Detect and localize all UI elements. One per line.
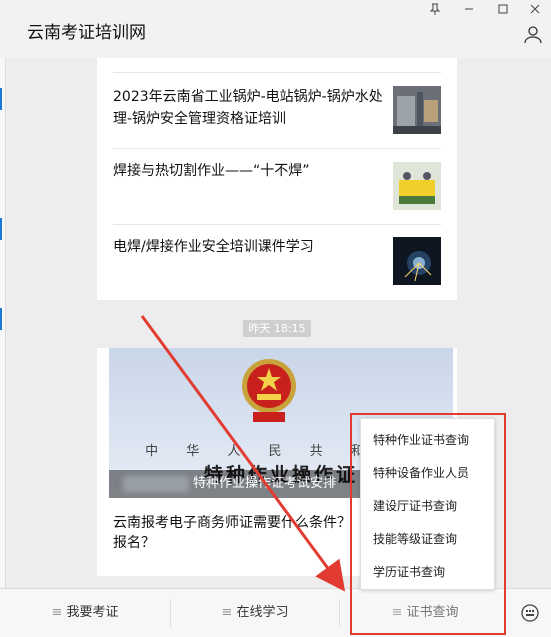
annotation-arrow (140, 315, 346, 592)
